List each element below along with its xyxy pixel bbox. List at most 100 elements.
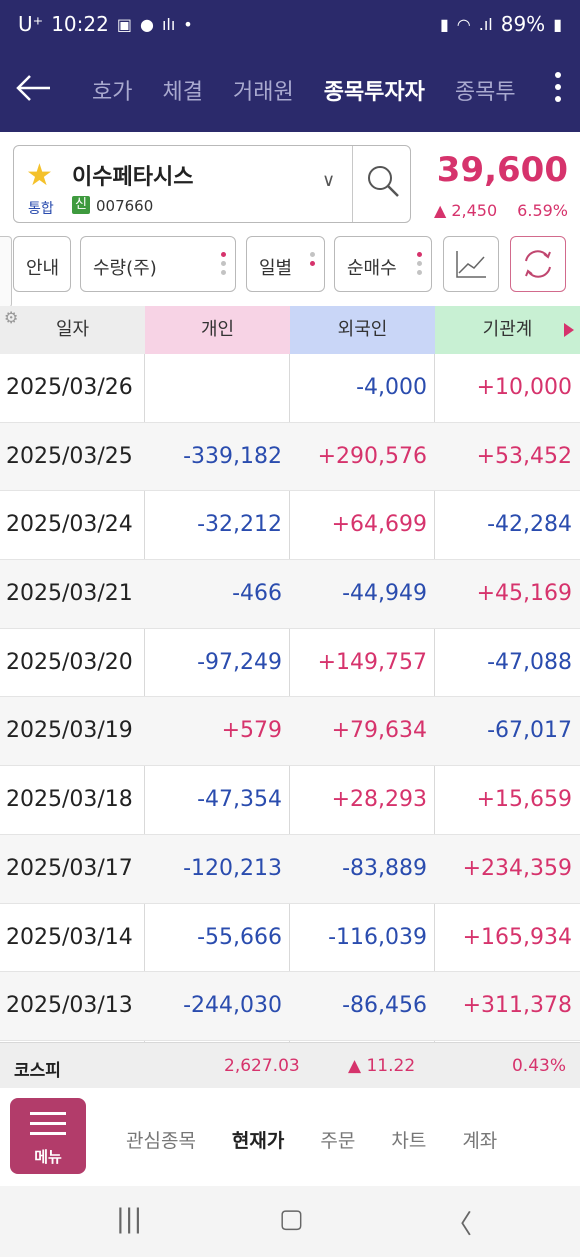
row-foreign-value: -4,000 bbox=[356, 375, 427, 400]
row-individual-value: -120,213 bbox=[183, 855, 282, 881]
table-row[interactable]: 2025/03/17 -120,213 -83,889 +234,359 bbox=[0, 834, 580, 904]
bottom-menu: 메뉴 관심종목 현재가 주문 차트 계좌 bbox=[0, 1088, 580, 1186]
row-individual-value bbox=[145, 354, 282, 421]
table-row[interactable]: 2025/03/24 -32,212 +64,699 -42,284 bbox=[0, 491, 580, 561]
battery-percent: 89% bbox=[500, 12, 546, 36]
current-price: 39,600 bbox=[436, 150, 568, 190]
row-individual-value: -55,666 bbox=[197, 924, 282, 950]
tab-brokers[interactable]: 거래원 bbox=[233, 74, 294, 106]
row-date: 2025/03/17 bbox=[6, 855, 133, 881]
table-row[interactable]: 2025/03/13 -244,030 -86,456 +311,378 bbox=[0, 972, 580, 1041]
chart-view-button[interactable] bbox=[443, 236, 499, 292]
more-options-icon[interactable] bbox=[552, 68, 564, 108]
bottom-tab-chart[interactable]: 차트 bbox=[391, 1126, 426, 1153]
row-date: 2025/03/21 bbox=[6, 581, 133, 607]
index-change-percent: 0.43% bbox=[511, 1056, 566, 1076]
row-individual-value: -32,212 bbox=[197, 512, 282, 538]
system-navigation-bar: ||| ▢ 〈 bbox=[0, 1186, 580, 1257]
audio-notification-icon: ılı bbox=[161, 14, 176, 34]
clock: 10:22 bbox=[51, 12, 109, 36]
favorite-star-icon[interactable]: ★ bbox=[26, 158, 53, 193]
app-header: U⁺ 10:22 ▣ ● ılı • ▮ ◠ .ıl 89% ▮ 호가 체결 거… bbox=[0, 0, 580, 132]
table-row[interactable]: 2025/03/19 +579 +79,634 -67,017 bbox=[0, 697, 580, 767]
price-change: ▲ 2,450 6.59% bbox=[434, 201, 568, 220]
back-arrow-icon[interactable] bbox=[12, 66, 56, 110]
row-foreign-value: -83,889 bbox=[342, 855, 427, 881]
chat-notification-icon: ● bbox=[139, 14, 154, 34]
side-drawer-handle[interactable] bbox=[0, 236, 12, 308]
gear-icon[interactable]: ⚙ bbox=[4, 310, 18, 326]
row-date: 2025/03/14 bbox=[6, 924, 133, 950]
row-foreign-value: +149,757 bbox=[317, 649, 427, 675]
home-icon[interactable]: ▢ bbox=[279, 1204, 304, 1234]
scroll-right-arrow-icon[interactable] bbox=[564, 323, 574, 337]
recent-apps-icon[interactable]: ||| bbox=[116, 1204, 142, 1234]
stock-name: 이수페타시스 bbox=[72, 165, 194, 190]
search-icon[interactable] bbox=[362, 160, 406, 204]
carrier-label: U⁺ bbox=[18, 12, 44, 36]
gallery-notification-icon: ▣ bbox=[116, 14, 132, 34]
change-percent: 6.59% bbox=[517, 201, 568, 220]
selector-dots-icon bbox=[221, 252, 227, 279]
table-row[interactable]: 2025/03/20 -97,249 +149,757 -47,088 bbox=[0, 629, 580, 698]
row-date: 2025/03/18 bbox=[6, 787, 133, 813]
period-select[interactable]: 일별 bbox=[246, 236, 325, 292]
battery-icon: ▮ bbox=[553, 14, 562, 34]
bottom-tab-current-price[interactable]: 현재가 bbox=[232, 1126, 284, 1153]
row-institution-value: +45,169 bbox=[476, 581, 572, 607]
table-row[interactable]: 2025/03/14 -55,666 -116,039 +165,934 bbox=[0, 904, 580, 973]
tab-orderbook[interactable]: 호가 bbox=[92, 74, 132, 106]
row-date: 2025/03/26 bbox=[6, 375, 133, 400]
bottom-tab-account[interactable]: 계좌 bbox=[462, 1126, 497, 1153]
tab-trades[interactable]: 체결 bbox=[162, 74, 202, 106]
wifi-icon: ◠ bbox=[456, 14, 471, 34]
column-institution-header[interactable]: 기관계 bbox=[435, 306, 580, 354]
table-row[interactable]: 2025/03/18 -47,354 +28,293 +15,659 bbox=[0, 766, 580, 835]
system-back-icon[interactable]: 〈 bbox=[446, 1204, 472, 1241]
row-institution-value: +15,659 bbox=[476, 787, 572, 813]
tab-investment-next[interactable]: 종목투 bbox=[455, 74, 516, 106]
bottom-tabs: 관심종목 현재가 주문 차트 계좌 bbox=[126, 1126, 497, 1153]
row-foreign-value: +64,699 bbox=[331, 512, 427, 538]
change-amount: ▲ 2,450 bbox=[433, 201, 498, 220]
quantity-select[interactable]: 수량(주) bbox=[80, 236, 236, 292]
market-label: 통합 bbox=[28, 201, 54, 217]
index-value: 2,627.03 bbox=[224, 1056, 300, 1076]
table-row[interactable]: 2025/03/21 -466 -44,949 +45,169 bbox=[0, 560, 580, 629]
bottom-tab-order[interactable]: 주문 bbox=[320, 1126, 355, 1153]
column-individual-header[interactable]: 개인 bbox=[145, 306, 290, 354]
row-date: 2025/03/19 bbox=[6, 718, 133, 744]
bottom-tab-watchlist[interactable]: 관심종목 bbox=[126, 1126, 196, 1153]
tab-investors[interactable]: 종목투자자 bbox=[324, 74, 425, 106]
index-name: 코스피 bbox=[14, 1061, 61, 1081]
row-institution-value: -47,088 bbox=[487, 649, 572, 675]
table-row[interactable]: 2025/03/25 -339,182 +290,576 +53,452 bbox=[0, 422, 580, 492]
row-date: 2025/03/25 bbox=[6, 443, 133, 469]
column-date-header[interactable]: ⚙ 일자 bbox=[0, 306, 145, 354]
market-index-bar[interactable]: 코스피 2,627.03 ▲ 11.22 0.43% bbox=[0, 1042, 580, 1089]
refresh-button[interactable] bbox=[510, 236, 566, 292]
row-individual-value: -244,030 bbox=[183, 993, 282, 1019]
row-individual-value: -97,249 bbox=[197, 649, 282, 675]
row-institution-value: +311,378 bbox=[462, 993, 572, 1019]
battery-saver-icon: ▮ bbox=[439, 14, 449, 34]
info-button[interactable]: 안내 bbox=[13, 236, 71, 292]
column-foreign-header[interactable]: 외국인 bbox=[290, 306, 435, 354]
investor-table[interactable]: 2025/03/26 -4,000 +10,000 2025/03/25 -339,18… bbox=[0, 354, 580, 1042]
nav-tabs: 호가 체결 거래원 종목투자자 종목투 bbox=[92, 74, 516, 106]
stock-selector[interactable]: ★ 이수페타시스 ∨ 통합 신 007660 bbox=[13, 145, 411, 223]
top-nav: 호가 체결 거래원 종목투자자 종목투 bbox=[0, 52, 580, 132]
menu-button[interactable]: 메뉴 bbox=[10, 1098, 86, 1174]
chevron-down-icon[interactable]: ∨ bbox=[322, 170, 335, 191]
row-date: 2025/03/13 bbox=[6, 993, 133, 1019]
refresh-icon bbox=[525, 250, 551, 278]
row-foreign-value: +79,634 bbox=[331, 718, 427, 744]
row-foreign-value: -44,949 bbox=[342, 581, 427, 607]
table-header: ⚙ 일자 개인 외국인 기관계 bbox=[0, 306, 580, 354]
table-row[interactable]: 2025/03/26 -4,000 +10,000 bbox=[0, 354, 580, 423]
row-institution-value: +53,452 bbox=[476, 443, 572, 469]
hamburger-icon bbox=[30, 1112, 66, 1142]
net-buy-select[interactable]: 순매수 bbox=[334, 236, 432, 292]
row-individual-value: -47,354 bbox=[197, 787, 282, 813]
signal-icon: .ıl bbox=[478, 14, 493, 34]
